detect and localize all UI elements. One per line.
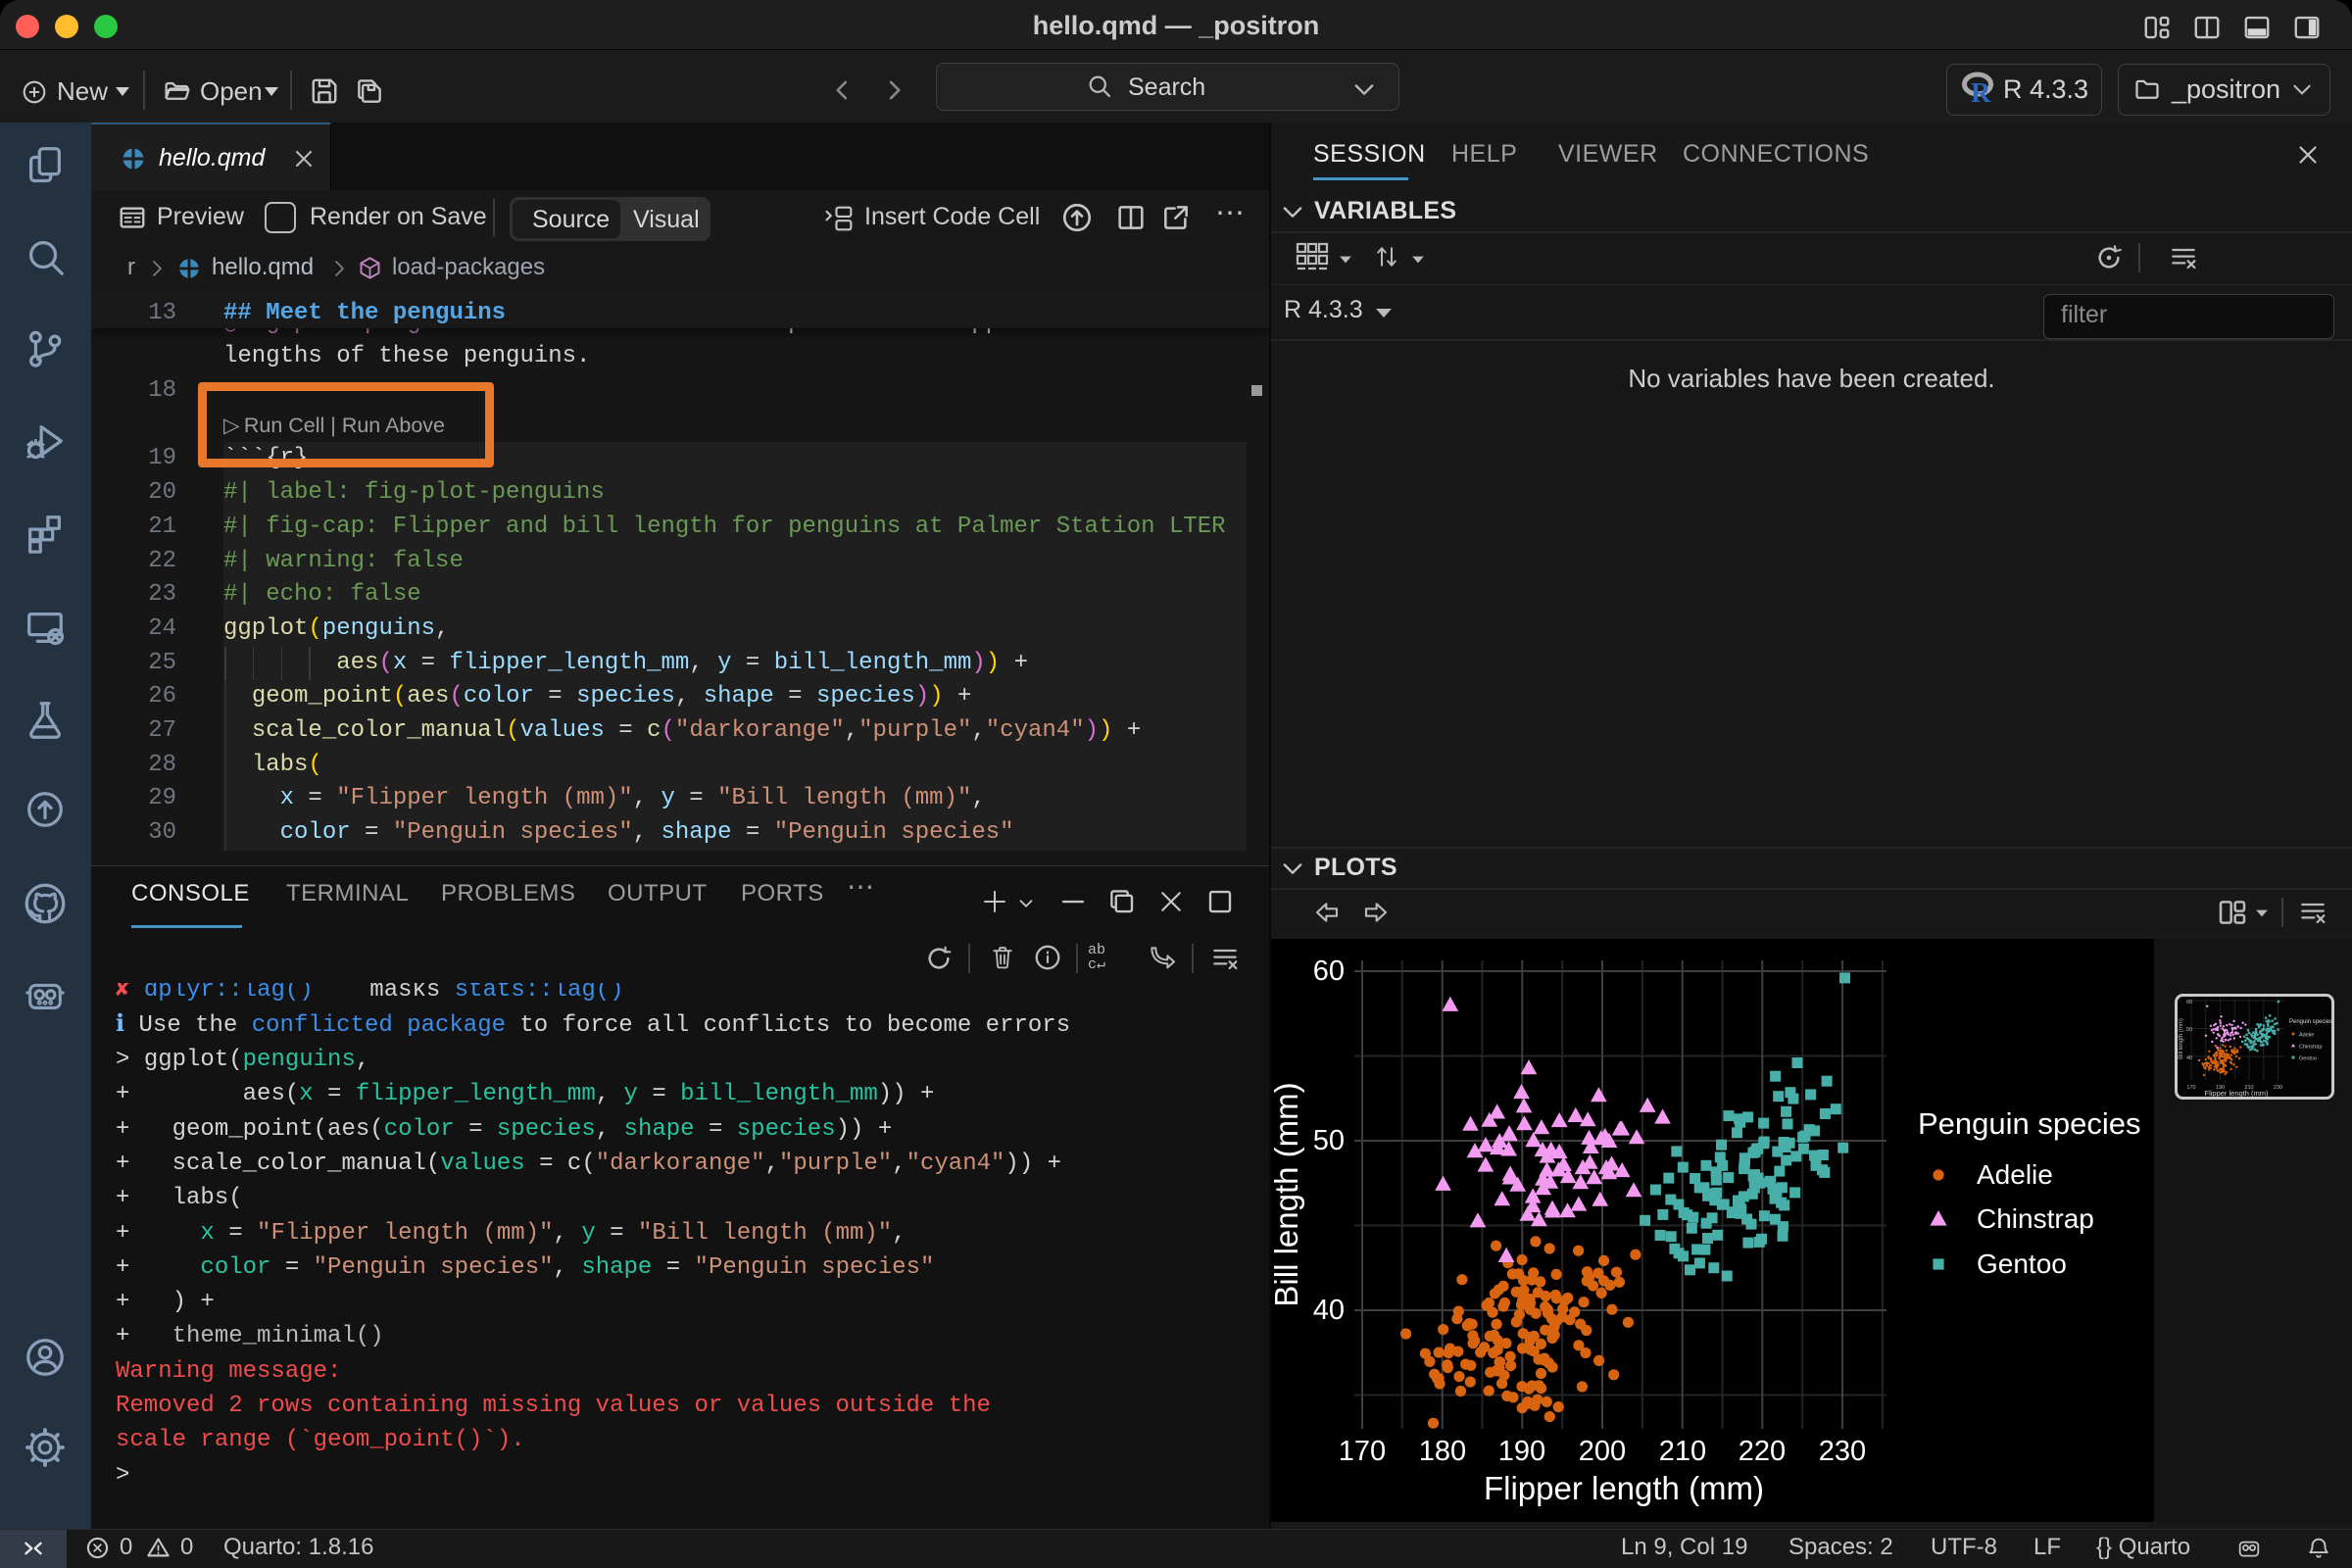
svg-text:220: 220: [1739, 1436, 1786, 1467]
svg-text:Flipper length (mm): Flipper length (mm): [1484, 1470, 1764, 1506]
svg-text:230: 230: [1819, 1436, 1866, 1467]
svg-text:190: 190: [2216, 1085, 2225, 1091]
svg-text:50: 50: [2186, 1027, 2192, 1033]
svg-text:Chinstrap: Chinstrap: [1977, 1203, 2094, 1234]
svg-text:Gentoo: Gentoo: [1977, 1249, 2067, 1279]
svg-text:60: 60: [1313, 956, 1345, 987]
svg-text:60: 60: [2186, 1000, 2192, 1005]
svg-text:Adelie: Adelie: [1977, 1159, 2053, 1190]
svg-text:170: 170: [2186, 1085, 2195, 1091]
svg-text:Flipper length (mm): Flipper length (mm): [2204, 1089, 2269, 1098]
svg-text:180: 180: [1419, 1436, 1466, 1467]
svg-text:Penguin species: Penguin species: [1918, 1106, 2141, 1141]
svg-text:210: 210: [1659, 1436, 1706, 1467]
svg-text:Bill length (mm): Bill length (mm): [1271, 1082, 1304, 1306]
svg-text:Bill length (mm): Bill length (mm): [2179, 1018, 2184, 1059]
svg-text:Chinstrap: Chinstrap: [2299, 1045, 2323, 1051]
svg-text:R: R: [1971, 78, 1991, 105]
svg-text:170: 170: [1339, 1436, 1386, 1467]
svg-text:190: 190: [1498, 1436, 1545, 1467]
svg-text:Penguin species: Penguin species: [2289, 1019, 2332, 1025]
svg-text:210: 210: [2244, 1085, 2253, 1091]
svg-text:230: 230: [2274, 1085, 2282, 1091]
svg-text:Gentoo: Gentoo: [2299, 1056, 2317, 1062]
svg-text:40: 40: [2186, 1055, 2192, 1061]
svg-text:Adelie: Adelie: [2299, 1033, 2314, 1039]
svg-text:40: 40: [1313, 1295, 1345, 1326]
svg-text:200: 200: [1579, 1436, 1626, 1467]
svg-text:50: 50: [1313, 1125, 1345, 1156]
